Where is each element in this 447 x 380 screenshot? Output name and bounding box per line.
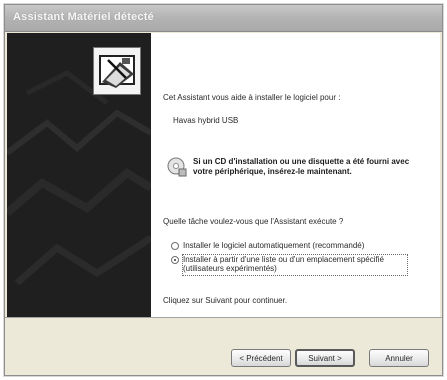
button-bar: < Précédent Suivant > Annuler — [5, 317, 442, 375]
wizard-content: Cet Assistant vous aide à installer le l… — [151, 33, 440, 317]
task-question: Quelle tâche voulez-vous que l'Assistant… — [163, 217, 344, 226]
cancel-button[interactable]: Annuler — [369, 349, 429, 367]
wizard-side-panel — [7, 33, 151, 317]
hardware-wizard-icon — [93, 47, 141, 95]
option-label: Installer à partir d'une liste ou d'un e… — [183, 255, 384, 273]
radio-button-selected[interactable] — [171, 256, 179, 264]
next-button[interactable]: Suivant > — [295, 349, 355, 367]
device-name: Havas hybrid USB — [173, 116, 239, 125]
option-install-from-list[interactable]: Installer à partir d'une liste ou d'un e… — [171, 255, 405, 273]
option-install-auto[interactable]: Installer le logiciel automatiquement (r… — [171, 241, 364, 250]
cd-message: Si un CD d'installation ou une disquette… — [193, 157, 410, 176]
continue-instruction: Cliquez sur Suivant pour continuer. — [163, 296, 288, 305]
wizard-window: Assistant Matériel détecté Cet Assistant… — [4, 4, 443, 376]
intro-text: Cet Assistant vous aide à installer le l… — [163, 93, 341, 102]
back-button[interactable]: < Précédent — [231, 349, 291, 367]
window-title: Assistant Matériel détecté — [13, 11, 154, 23]
option-label: Installer le logiciel automatiquement (r… — [183, 241, 365, 250]
title-bar[interactable]: Assistant Matériel détecté — [5, 5, 442, 32]
radio-button[interactable] — [171, 242, 179, 250]
cd-info-icon — [167, 157, 187, 177]
